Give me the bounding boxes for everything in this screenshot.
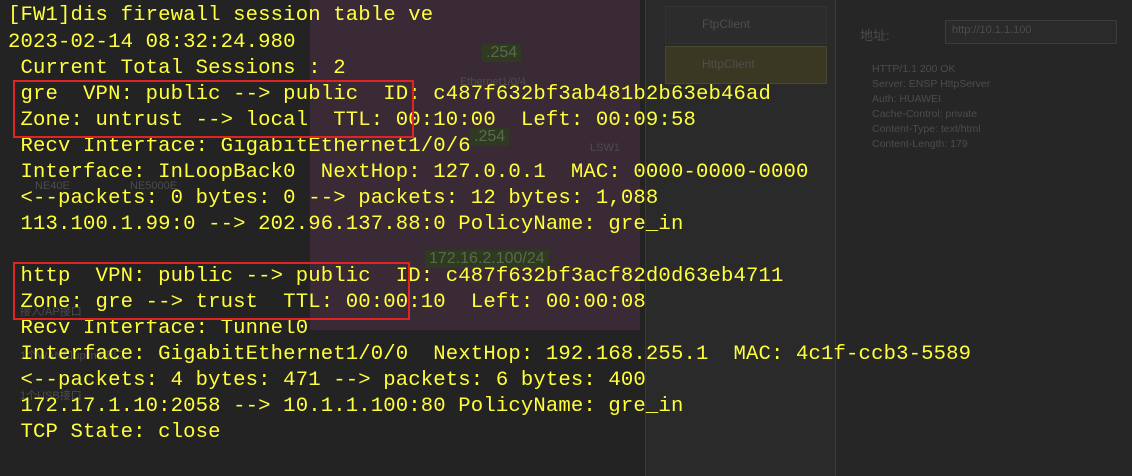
gre-policy-line: 113.100.1.99:0 --> 202.96.137.88:0 Polic… xyxy=(8,213,684,236)
gre-packets-line: <--packets: 0 bytes: 0 --> packets: 12 b… xyxy=(8,187,659,210)
session-count-line: Current Total Sessions : 2 xyxy=(8,57,346,80)
http-interface-line: Interface: GigabitEthernet1/0/0 NextHop:… xyxy=(8,343,972,366)
command-line: [FW1]dis firewall session table ve xyxy=(8,4,434,27)
http-session-highlight-box xyxy=(13,262,410,320)
http-packets-line: <--packets: 4 bytes: 471 --> packets: 6 … xyxy=(8,369,646,392)
gre-session-highlight-box xyxy=(13,80,414,138)
tcp-state-line: TCP State: close xyxy=(8,421,221,444)
http-policy-line: 172.17.1.10:2058 --> 10.1.1.100:80 Polic… xyxy=(8,395,684,418)
terminal-output[interactable]: [FW1]dis firewall session table ve 2023-… xyxy=(0,0,1132,476)
timestamp-line: 2023-02-14 08:32:24.980 xyxy=(8,31,296,54)
gre-interface-line: Interface: InLoopBack0 NextHop: 127.0.0.… xyxy=(8,161,809,184)
